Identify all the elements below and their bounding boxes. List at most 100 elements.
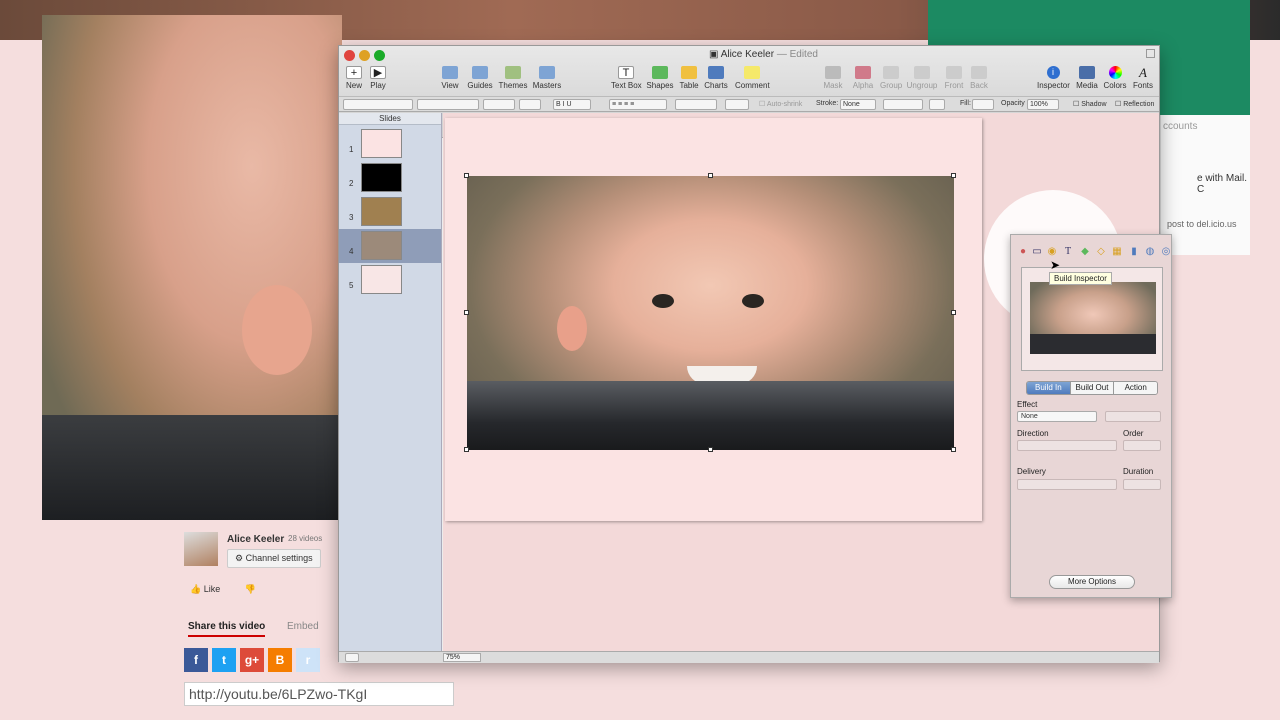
thumbs-down-icon[interactable]: 👎	[245, 584, 256, 594]
group-button[interactable]: Group	[880, 66, 902, 96]
direction-popup[interactable]	[1017, 440, 1117, 451]
slide-thumbnail[interactable]	[361, 265, 402, 294]
social-share-icon[interactable]: g+	[240, 648, 264, 672]
alpha-button[interactable]: Alpha	[852, 66, 874, 96]
channel-avatar[interactable]	[184, 532, 218, 566]
channel-name[interactable]: Alice Keeler	[227, 534, 284, 545]
selection-handle-top-right[interactable]	[951, 173, 956, 178]
line-spacing-popup[interactable]	[725, 99, 749, 110]
current-slide[interactable]	[445, 118, 982, 521]
slide-thumbnail-row[interactable]: 5	[339, 263, 441, 297]
baby-photo[interactable]	[467, 176, 954, 450]
close-button[interactable]	[344, 50, 355, 61]
build-tab-build-in[interactable]: Build In	[1027, 382, 1071, 394]
effect-secondary-popup[interactable]	[1105, 411, 1161, 422]
slide-thumbnail-row[interactable]: 4	[339, 229, 441, 263]
shapes-button[interactable]: Shapes	[646, 66, 674, 96]
style-popup[interactable]	[343, 99, 413, 110]
channel-settings-button[interactable]: ⚙ Channel settings	[227, 549, 321, 568]
graphic-inspector-icon[interactable]: ◆	[1078, 245, 1092, 259]
slide-thumbnail[interactable]	[361, 197, 402, 226]
ungroup-button[interactable]: Ungroup	[906, 66, 938, 96]
hyperlink-inspector-icon[interactable]: ◍	[1143, 245, 1157, 259]
delivery-popup[interactable]	[1017, 479, 1117, 490]
font-size-field[interactable]	[519, 99, 541, 110]
social-share-icon[interactable]: r	[296, 648, 320, 672]
stroke-popup[interactable]: None	[840, 99, 876, 110]
slide-thumbnail-row[interactable]: 1	[339, 127, 441, 161]
fill-color-well[interactable]	[972, 99, 994, 110]
shadow-checkbox[interactable]: ☐ Shadow	[1073, 100, 1107, 108]
table-button[interactable]: Table	[678, 66, 700, 96]
charts-button[interactable]: Charts	[703, 66, 729, 96]
build-inspector-icon[interactable]: ◉	[1045, 245, 1059, 259]
front-button[interactable]: Front	[943, 66, 965, 96]
guides-button[interactable]: Guides	[466, 66, 494, 96]
media-button[interactable]: Media	[1075, 66, 1099, 96]
table-inspector-icon[interactable]: ▦	[1110, 245, 1124, 259]
selection-handle-top-left[interactable]	[464, 173, 469, 178]
zoom-button[interactable]	[374, 50, 385, 61]
comment-button[interactable]: Comment	[735, 66, 770, 96]
new-button[interactable]: + New	[345, 66, 363, 96]
slide-thumbnail[interactable]	[361, 231, 402, 260]
selection-handle-bottom-left[interactable]	[464, 447, 469, 452]
selection-handle-top[interactable]	[708, 173, 713, 178]
document-inspector-icon[interactable]: ●	[1016, 245, 1030, 259]
themes-button[interactable]: Themes	[498, 66, 528, 96]
more-options-button[interactable]: More Options	[1049, 575, 1135, 589]
chart-inspector-icon[interactable]: ▮	[1127, 245, 1141, 259]
slide-inspector-icon[interactable]: ▭	[1030, 245, 1044, 259]
text-inspector-icon[interactable]: T	[1061, 245, 1075, 259]
gear-icon: ⚙	[235, 553, 246, 563]
mask-button[interactable]: Mask	[823, 66, 843, 96]
quicktime-inspector-icon[interactable]: ◎	[1159, 245, 1173, 259]
minimize-button[interactable]	[359, 50, 370, 61]
view-button[interactable]: View	[437, 66, 463, 96]
font-typeface-popup[interactable]	[483, 99, 515, 110]
auto-shrink-checkbox[interactable]: ☐ Auto-shrink	[759, 100, 802, 108]
back-button[interactable]: Back	[969, 66, 989, 96]
share-tab[interactable]: Share this video	[188, 621, 266, 637]
slide-thumbnail[interactable]	[361, 129, 402, 158]
reflection-checkbox[interactable]: ☐ Reflection	[1115, 100, 1154, 108]
social-share-icon[interactable]: B	[268, 648, 292, 672]
selection-handle-bottom[interactable]	[708, 447, 713, 452]
slide-thumbnail[interactable]	[361, 163, 402, 192]
bold-italic-underline-buttons[interactable]: B I U	[553, 99, 591, 110]
build-tab-build-out[interactable]: Build Out	[1070, 382, 1115, 394]
text-box-button[interactable]: T Text Box	[611, 66, 642, 96]
selection-handle-bottom-right[interactable]	[951, 447, 956, 452]
metrics-inspector-icon[interactable]: ◇	[1094, 245, 1108, 259]
slide-thumbnail-row[interactable]: 2	[339, 161, 441, 195]
inspector-button[interactable]: i Inspector	[1037, 66, 1070, 96]
embed-tab[interactable]: Embed	[287, 621, 319, 632]
fonts-button[interactable]: A Fonts	[1131, 66, 1155, 96]
photo-ear	[557, 306, 587, 351]
play-button[interactable]: ▶ Play	[369, 66, 387, 96]
view-options-button[interactable]	[345, 653, 359, 662]
build-tab-action[interactable]: Action	[1114, 382, 1157, 394]
vertical-alignment-buttons[interactable]	[675, 99, 717, 110]
zoom-popup[interactable]: 75%	[443, 653, 481, 662]
selection-handle-right[interactable]	[951, 310, 956, 315]
stroke-width-field[interactable]	[883, 99, 923, 110]
share-url-field[interactable]: http://youtu.be/6LPZwo-TKgI	[184, 682, 454, 706]
slide-thumbnail-row[interactable]: 3	[339, 195, 441, 229]
social-share-icon[interactable]: t	[212, 648, 236, 672]
like-button[interactable]: 👍 Like 👎	[190, 584, 256, 595]
text-alignment-buttons[interactable]: ≡ ≡ ≡ ≡	[609, 99, 667, 110]
stroke-color-well[interactable]	[929, 99, 945, 110]
duration-stepper[interactable]	[1123, 479, 1161, 490]
opacity-field[interactable]: 100%	[1027, 99, 1059, 110]
background-baby-ear	[242, 285, 312, 375]
social-share-icon[interactable]: f	[184, 648, 208, 672]
view-icon	[442, 66, 458, 79]
effect-popup[interactable]: None	[1017, 411, 1097, 422]
order-popup[interactable]	[1123, 440, 1161, 451]
masters-button[interactable]: Masters	[531, 66, 563, 96]
selection-handle-left[interactable]	[464, 310, 469, 315]
colors-button[interactable]: Colors	[1102, 66, 1128, 96]
font-family-popup[interactable]	[417, 99, 479, 110]
toolbar-toggle-button[interactable]	[1146, 49, 1155, 58]
